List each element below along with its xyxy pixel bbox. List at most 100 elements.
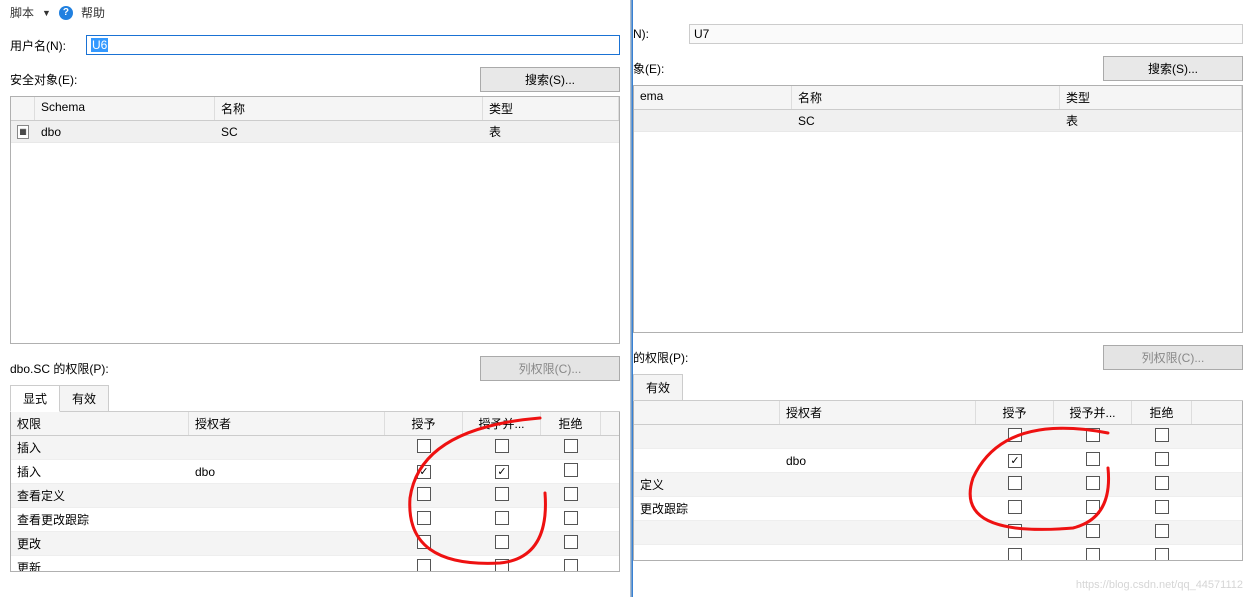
withgrant-checkbox[interactable] <box>495 511 509 525</box>
grant-checkbox[interactable] <box>417 439 431 453</box>
col-type[interactable]: 类型 <box>483 97 619 120</box>
deny-checkbox[interactable] <box>564 439 578 453</box>
table-row[interactable]: SC 表 <box>634 110 1242 132</box>
perm-name: 更新 <box>11 559 189 572</box>
deny-checkbox[interactable] <box>564 559 578 572</box>
username-input[interactable]: U6 <box>86 35 620 55</box>
tab-effective[interactable]: 有效 <box>633 374 683 400</box>
username-label: 用户名(N): <box>10 37 80 54</box>
grant-checkbox[interactable] <box>1008 500 1022 514</box>
column-permissions-button[interactable]: 列权限(C)... <box>1103 345 1243 370</box>
deny-checkbox[interactable] <box>564 535 578 549</box>
tab-explicit[interactable]: 显式 <box>10 385 60 412</box>
permission-tabs: 显式 有效 <box>10 385 620 412</box>
table-row[interactable]: ▦ dbo SC 表 <box>11 121 619 143</box>
search-button[interactable]: 搜索(S)... <box>1103 56 1243 81</box>
perm-row[interactable]: 更新 <box>11 556 619 572</box>
perm-col-grantor[interactable]: 授权者 <box>189 412 385 435</box>
perm-row[interactable]: 定义 <box>634 473 1242 497</box>
col-name[interactable]: 名称 <box>215 97 483 120</box>
username-input[interactable]: U7 <box>689 24 1243 44</box>
perm-name: 查看定义 <box>11 487 189 504</box>
grant-checkbox[interactable] <box>417 535 431 549</box>
grant-checkbox[interactable] <box>1008 454 1022 468</box>
permissions-for-label: 的权限(P): <box>633 349 688 366</box>
withgrant-checkbox[interactable] <box>1086 452 1100 466</box>
withgrant-checkbox[interactable] <box>1086 428 1100 442</box>
grid-header: ema 名称 类型 <box>634 86 1242 110</box>
search-button[interactable]: 搜索(S)... <box>480 67 620 92</box>
help-menu[interactable]: 帮助 <box>81 4 105 21</box>
deny-checkbox[interactable] <box>1155 548 1169 561</box>
withgrant-checkbox[interactable] <box>1086 524 1100 538</box>
col-schema[interactable]: Schema <box>35 97 215 120</box>
tab-effective[interactable]: 有效 <box>59 385 109 411</box>
grant-checkbox[interactable] <box>1008 476 1022 490</box>
grant-checkbox[interactable] <box>1008 428 1022 442</box>
perm-row[interactable] <box>634 425 1242 449</box>
col-schema[interactable]: ema <box>634 86 792 109</box>
withgrant-checkbox[interactable] <box>495 535 509 549</box>
withgrant-checkbox[interactable] <box>1086 548 1100 561</box>
column-permissions-button[interactable]: 列权限(C)... <box>480 356 620 381</box>
grant-checkbox[interactable] <box>417 511 431 525</box>
perm-row[interactable]: dbo <box>634 449 1242 473</box>
withgrant-checkbox[interactable] <box>495 559 509 572</box>
securables-label: 象(E): <box>633 60 664 77</box>
withgrant-checkbox[interactable] <box>495 465 509 479</box>
grant-checkbox[interactable] <box>417 465 431 479</box>
withgrant-checkbox[interactable] <box>495 439 509 453</box>
deny-checkbox[interactable] <box>564 511 578 525</box>
securables-row: 安全对象(E): 搜索(S)... <box>10 67 620 92</box>
withgrant-checkbox[interactable] <box>1086 476 1100 490</box>
grant-checkbox[interactable] <box>1008 548 1022 561</box>
dropdown-arrow-icon[interactable]: ▼ <box>42 8 51 18</box>
withgrant-checkbox[interactable] <box>1086 500 1100 514</box>
grid-header: Schema 名称 类型 <box>11 97 619 121</box>
perm-col-permission[interactable]: 权限 <box>11 412 189 435</box>
perm-col-withgrant[interactable]: 授予并... <box>463 412 541 435</box>
deny-checkbox[interactable] <box>1155 524 1169 538</box>
perm-col-withgrant[interactable]: 授予并... <box>1054 401 1132 424</box>
col-type[interactable]: 类型 <box>1060 86 1242 109</box>
perm-col-grant[interactable]: 授予 <box>976 401 1054 424</box>
deny-checkbox[interactable] <box>1155 476 1169 490</box>
perm-row[interactable]: 更改 <box>11 532 619 556</box>
username-row: N): U7 <box>633 24 1243 44</box>
perm-row[interactable]: 查看定义 <box>11 484 619 508</box>
securables-grid[interactable]: Schema 名称 类型 ▦ dbo SC 表 <box>10 96 620 344</box>
perm-name: 更改 <box>11 535 189 552</box>
left-panel: 脚本 ▼ ? 帮助 用户名(N): U6 安全对象(E): 搜索(S)... S… <box>0 0 630 597</box>
perm-header: 授权者 授予 授予并... 拒绝 <box>634 401 1242 425</box>
perm-col-deny[interactable]: 拒绝 <box>541 412 601 435</box>
perm-col-deny[interactable]: 拒绝 <box>1132 401 1192 424</box>
perm-row[interactable] <box>634 545 1242 561</box>
permissions-grid[interactable]: 权限 授权者 授予 授予并... 拒绝 插入插入dbo 查看定义查看更改跟踪更改更… <box>10 412 620 572</box>
perm-col-grant[interactable]: 授予 <box>385 412 463 435</box>
table-icon: ▦ <box>17 125 29 139</box>
perm-header: 权限 授权者 授予 授予并... 拒绝 <box>11 412 619 436</box>
col-name[interactable]: 名称 <box>792 86 1060 109</box>
perm-name: 查看更改跟踪 <box>11 511 189 528</box>
deny-checkbox[interactable] <box>1155 500 1169 514</box>
perm-row[interactable]: 插入 <box>11 436 619 460</box>
grant-checkbox[interactable] <box>417 487 431 501</box>
permissions-grid[interactable]: 授权者 授予 授予并... 拒绝 dbo 定义更改跟踪 <box>633 401 1243 561</box>
deny-checkbox[interactable] <box>1155 452 1169 466</box>
perm-row[interactable]: 查看更改跟踪 <box>11 508 619 532</box>
perm-row[interactable]: 插入dbo <box>11 460 619 484</box>
perm-grantor: dbo <box>780 454 976 468</box>
securables-grid[interactable]: ema 名称 类型 SC 表 <box>633 85 1243 333</box>
deny-checkbox[interactable] <box>1155 428 1169 442</box>
perm-row[interactable] <box>634 521 1242 545</box>
perm-row[interactable]: 更改跟踪 <box>634 497 1242 521</box>
grant-checkbox[interactable] <box>1008 524 1022 538</box>
perm-col-grantor[interactable]: 授权者 <box>780 401 976 424</box>
permission-tabs: 有效 <box>633 374 1243 401</box>
deny-checkbox[interactable] <box>564 487 578 501</box>
script-menu[interactable]: 脚本 <box>10 4 34 21</box>
grant-checkbox[interactable] <box>417 559 431 572</box>
withgrant-checkbox[interactable] <box>495 487 509 501</box>
username-row: 用户名(N): U6 <box>10 35 620 55</box>
deny-checkbox[interactable] <box>564 463 578 477</box>
